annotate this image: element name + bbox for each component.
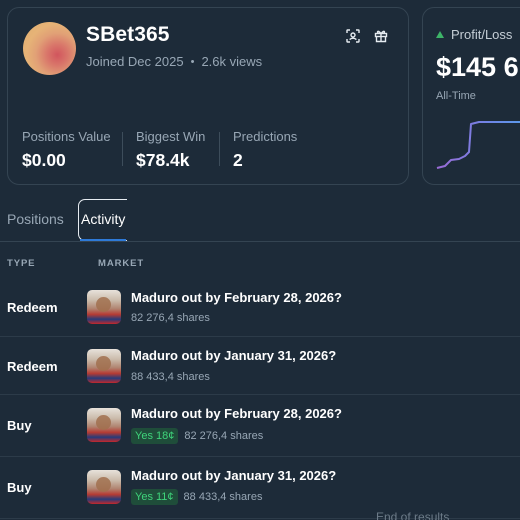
market-title[interactable]: Maduro out by January 31, 2026? [131,468,336,483]
activity-details: 82 276,4 shares [131,312,210,324]
tab-positions[interactable]: Positions [7,211,64,227]
stat-biggest-win: Biggest Win $78.4k [136,129,205,171]
profile-card: SBet365 Joined Dec 2025 • 2.6k views Pos… [7,7,409,185]
activity-details: Yes 18¢ 82 276,4 shares [131,428,263,444]
gift-icon[interactable] [372,27,390,45]
activity-row[interactable]: Redeem Maduro out by February 28, 2026? … [0,278,520,337]
joined-date: Joined Dec 2025 [86,54,184,69]
activity-type: Redeem [7,300,58,315]
profile-tabs: Positions Activity [0,198,520,242]
stat-value: $0.00 [22,150,66,170]
profit-loss-value: $145 6 [436,52,519,82]
trend-up-icon [436,31,444,38]
stat-value: $78.4k [136,150,190,170]
stat-divider [122,132,123,166]
avatar[interactable] [23,22,76,75]
stat-positions-value: Positions Value $0.00 [22,129,111,171]
profit-loss-header: Profit/Loss [436,27,512,42]
market-thumbnail[interactable] [87,349,121,383]
column-header-type: TYPE [7,258,36,269]
profit-loss-card: Profit/Loss $145 6 All-Time [422,7,520,185]
meta-separator: • [190,55,195,68]
stat-label: Biggest Win [136,129,206,144]
activity-type: Buy [7,480,32,495]
column-header-market: MARKET [98,258,145,269]
view-count: 2.6k views [201,54,263,69]
stat-predictions: Predictions 2 [233,129,297,171]
profit-loss-sparkline [436,121,520,169]
activity-type: Redeem [7,359,58,374]
outcome-price-badge: Yes 18¢ [131,428,179,444]
profile-meta: Joined Dec 2025 • 2.6k views [86,54,262,69]
scan-icon[interactable] [344,27,362,45]
end-of-results: End of results [376,510,450,520]
market-thumbnail[interactable] [87,470,121,504]
market-title[interactable]: Maduro out by February 28, 2026? [131,406,342,421]
stat-divider [219,132,220,166]
profit-loss-range: All-Time [436,90,476,102]
stat-value: 2 [233,150,243,170]
outcome-price-badge: Yes 11¢ [131,489,178,505]
activity-row[interactable]: Redeem Maduro out by January 31, 2026? 8… [0,337,520,395]
username: SBet365 [86,23,170,46]
profit-loss-label: Profit/Loss [451,27,513,42]
activity-row[interactable]: Buy Maduro out by February 28, 2026? Yes… [0,395,520,457]
share-count: 88 433,4 shares [183,491,263,503]
market-thumbnail[interactable] [87,408,121,442]
stat-label: Predictions [233,129,298,144]
share-count: 88 433,4 shares [131,371,210,383]
market-title[interactable]: Maduro out by February 28, 2026? [131,290,342,305]
market-thumbnail[interactable] [87,290,121,324]
market-title[interactable]: Maduro out by January 31, 2026? [131,348,336,363]
share-count: 82 276,4 shares [184,430,264,442]
activity-details: Yes 11¢ 88 433,4 shares [131,489,262,505]
active-tab-indicator [80,239,126,241]
activity-details: 88 433,4 shares [131,371,210,383]
stat-label: Positions Value [22,129,111,144]
activity-type: Buy [7,418,32,433]
share-count: 82 276,4 shares [131,312,210,324]
tab-activity[interactable]: Activity [81,211,125,227]
